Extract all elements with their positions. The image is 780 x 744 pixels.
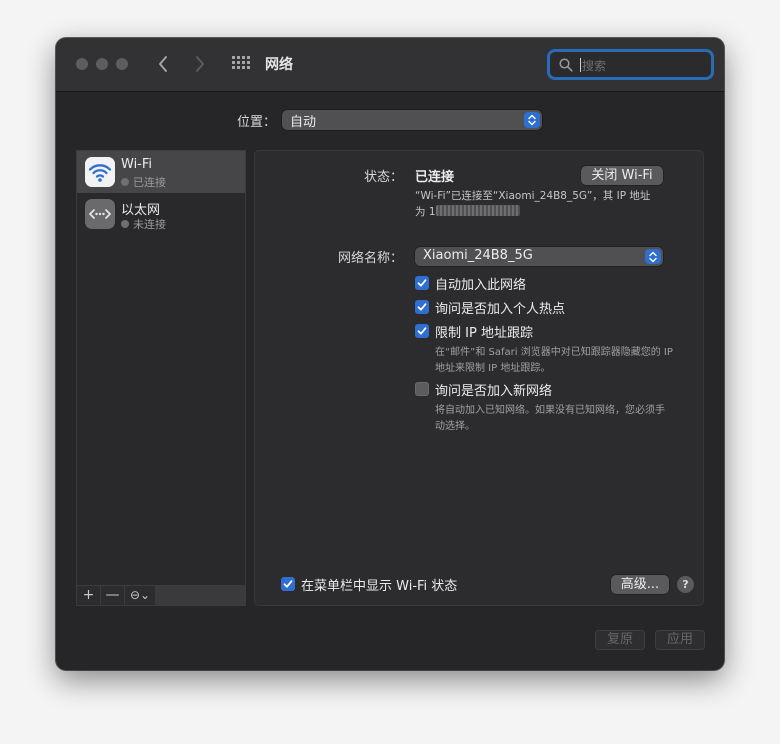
titlebar: 网络 搜索: [56, 38, 724, 92]
sidebar-item-status: 未连接: [121, 216, 166, 232]
limit-ip-tracking-checkbox[interactable]: [415, 324, 429, 338]
window-title: 网络: [265, 57, 293, 73]
service-action-menu-button[interactable]: ⊖⌄: [125, 586, 156, 605]
search-icon: [559, 58, 573, 72]
network-name-select[interactable]: Xiaomi_24B8_5G: [415, 247, 663, 266]
show-all-grid-icon[interactable]: [232, 56, 250, 72]
service-list-toolbar: + — ⊖⌄: [77, 585, 245, 605]
ask-new-networks-checkbox[interactable]: [415, 382, 429, 396]
status-dot: [121, 178, 129, 186]
chevron-left-icon: [159, 56, 167, 72]
ask-hotspot-label: 询问是否加入个人热点: [435, 302, 566, 317]
location-label: 位置：: [237, 115, 277, 130]
chevron-right-icon: [196, 56, 204, 72]
location-select[interactable]: 自动: [282, 110, 542, 130]
status-description: “Wi-Fi”已连接至“Xiaomi_24B8_5G”，其 IP 地址 为 1: [415, 190, 651, 218]
status-label: 状态：: [363, 170, 403, 185]
apply-button[interactable]: 应用: [655, 630, 705, 650]
status-value: 已连接: [415, 170, 455, 185]
auto-join-label: 自动加入此网络: [435, 278, 527, 293]
checkmark-icon: [417, 303, 427, 311]
sidebar-item-status: 已连接: [121, 174, 166, 190]
ask-hotspot-checkbox[interactable]: [415, 300, 429, 314]
service-list: Wi-Fi 已连接 以太网 未连接 + — ⊖⌄: [76, 150, 246, 606]
search-placeholder: 搜索: [582, 59, 607, 73]
show-wifi-in-menubar-checkbox[interactable]: [281, 577, 295, 591]
help-button[interactable]: ?: [677, 576, 694, 593]
checkmark-icon: [417, 279, 427, 287]
forward-button[interactable]: [189, 52, 211, 76]
toolbar-spacer: [156, 586, 245, 605]
auto-join-checkbox[interactable]: [415, 276, 429, 290]
ethernet-icon: [85, 199, 115, 229]
limit-ip-tracking-description: 在“邮件”和 Safari 浏览器中对已知跟踪器隐藏您的 IP 地址来限制 IP…: [435, 347, 673, 374]
network-preferences-window: 网络 搜索 位置： 自动 Wi-Fi 已连接 以太网 未连接 + — ⊖⌄ 状态…: [56, 38, 724, 670]
limit-ip-tracking-label: 限制 IP 地址跟踪: [435, 326, 533, 341]
ask-new-networks-description: 将自动加入已知网络。如果没有已知网络，您必须手 动选择。: [435, 405, 665, 432]
redacted-ip: [435, 205, 520, 216]
minimize-window-button[interactable]: [96, 58, 108, 70]
text-cursor: [580, 58, 581, 72]
zoom-window-button[interactable]: [116, 58, 128, 70]
sidebar-item-name: Wi-Fi: [121, 157, 153, 172]
search-field[interactable]: 搜索: [547, 49, 714, 80]
revert-button[interactable]: 复原: [595, 630, 645, 650]
turn-off-wifi-button[interactable]: 关闭 Wi-Fi: [581, 166, 663, 185]
add-service-button[interactable]: +: [77, 586, 101, 605]
network-name-value: Xiaomi_24B8_5G: [423, 248, 533, 263]
wifi-icon: [85, 157, 115, 187]
remove-service-button[interactable]: —: [101, 586, 125, 605]
updown-chevron-icon: [645, 249, 661, 264]
ask-new-networks-label: 询问是否加入新网络: [435, 384, 553, 399]
sidebar-item-ethernet[interactable]: 以太网 未连接: [77, 193, 245, 235]
wifi-detail-panel: 状态： 已连接 关闭 Wi-Fi “Wi-Fi”已连接至“Xiaomi_24B8…: [254, 150, 704, 606]
checkmark-icon: [283, 580, 293, 588]
sidebar-item-wifi[interactable]: Wi-Fi 已连接: [77, 151, 245, 193]
status-dot: [121, 220, 129, 228]
location-value: 自动: [290, 115, 317, 130]
close-window-button[interactable]: [76, 58, 88, 70]
back-button[interactable]: [152, 52, 174, 76]
show-wifi-in-menubar-label: 在菜单栏中显示 Wi-Fi 状态: [301, 579, 458, 594]
updown-chevron-icon: [524, 112, 540, 128]
checkmark-icon: [417, 327, 427, 335]
network-name-label: 网络名称：: [337, 251, 403, 266]
advanced-button[interactable]: 高级...: [611, 575, 669, 594]
